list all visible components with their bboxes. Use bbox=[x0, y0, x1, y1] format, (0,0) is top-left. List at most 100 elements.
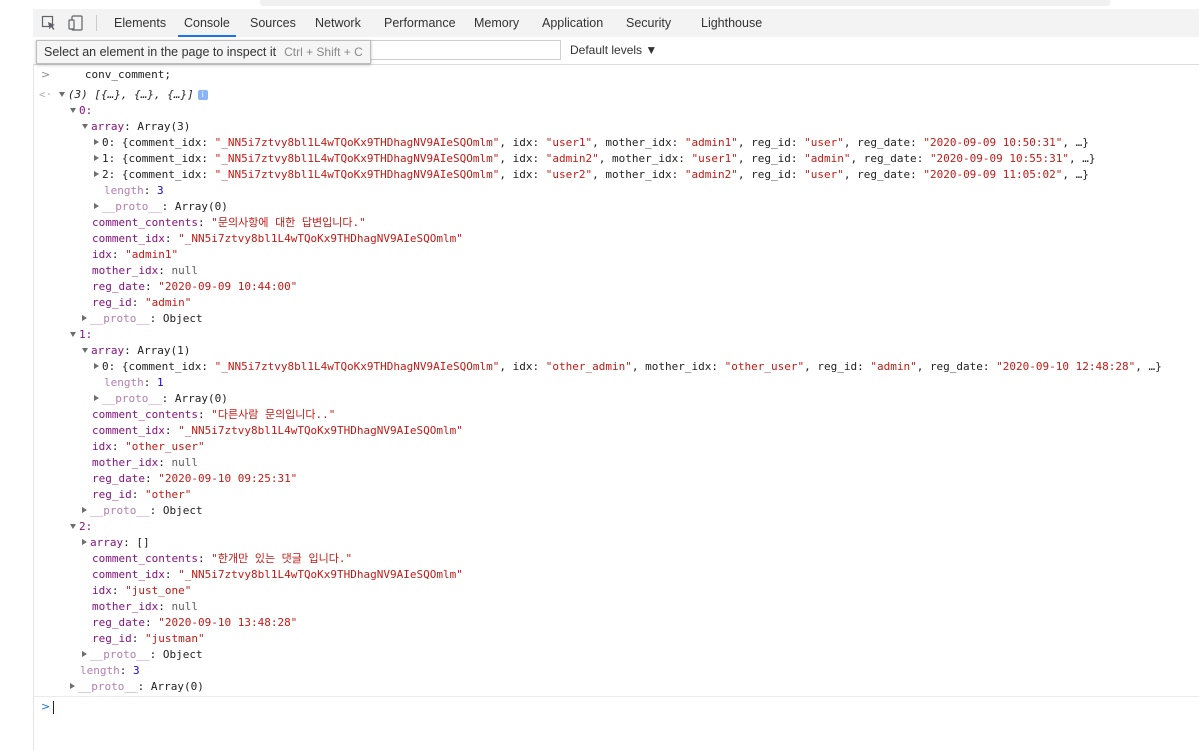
info-icon[interactable]: i bbox=[197, 90, 208, 100]
prompt-chevron-icon: > bbox=[41, 68, 51, 81]
tab-memory-label: Memory bbox=[474, 16, 520, 30]
tree-item[interactable]: 1: bbox=[70, 327, 92, 343]
prop-idx: idx: "other_user" bbox=[92, 440, 205, 453]
tree-item[interactable]: 2: {comment_idx: "_NN5i7ztvy8bl1L4wTQoKx… bbox=[94, 167, 1089, 183]
expand-arrow-icon[interactable] bbox=[70, 523, 76, 529]
prop-value: null bbox=[171, 264, 198, 277]
toolbar-separator bbox=[96, 15, 97, 31]
filter-input[interactable] bbox=[357, 40, 561, 60]
tree-item[interactable]: 1: {comment_idx: "_NN5i7ztvy8bl1L4wTQoKx… bbox=[94, 151, 1096, 167]
prop-reg-date: reg_date: "2020-09-10 13:48:28" bbox=[92, 616, 298, 629]
tree-item[interactable]: __proto__: Object bbox=[82, 503, 203, 519]
console-output: > conv_comment; <· (3) [{…}, {…}, {…}] i … bbox=[33, 65, 1199, 750]
proto-value: Array(0) bbox=[174, 200, 228, 213]
expand-arrow-icon[interactable] bbox=[82, 651, 87, 657]
tree-item[interactable]: __proto__: Array(0) bbox=[70, 679, 204, 695]
tree-item[interactable]: 0: {comment_idx: "_NN5i7ztvy8bl1L4wTQoKx… bbox=[94, 135, 1089, 151]
expand-arrow-icon[interactable] bbox=[82, 123, 88, 129]
entry-value: "_NN5i7ztvy8bl1L4wTQoKx9THDhagNV9AIeSQOm… bbox=[214, 136, 500, 149]
array-length: length: 1 bbox=[104, 376, 164, 389]
tab-lighthouse[interactable]: Lighthouse bbox=[701, 9, 762, 36]
top-strip bbox=[0, 0, 1199, 9]
expand-arrow-icon[interactable] bbox=[70, 107, 76, 113]
result-summary[interactable]: <· (3) [{…}, {…}, {…}] i bbox=[39, 87, 208, 103]
length-value: 1 bbox=[157, 376, 164, 389]
prop-value: "2020-09-09 10:44:00" bbox=[158, 280, 298, 293]
expand-arrow-icon[interactable] bbox=[82, 507, 87, 513]
prop-value: "_NN5i7ztvy8bl1L4wTQoKx9THDhagNV9AIeSQOm… bbox=[178, 568, 463, 581]
prop-mother-idx: mother_idx: null bbox=[92, 600, 198, 613]
entry-value: "_NN5i7ztvy8bl1L4wTQoKx9THDhagNV9AIeSQOm… bbox=[214, 152, 500, 165]
tree-item[interactable]: __proto__: Object bbox=[82, 311, 203, 327]
prop-value: null bbox=[171, 456, 198, 469]
entry-value: "user2" bbox=[545, 168, 593, 181]
tree-item[interactable]: __proto__: Object bbox=[82, 647, 203, 663]
tree-item[interactable]: array: [] bbox=[82, 535, 150, 551]
expand-arrow-icon[interactable] bbox=[94, 155, 99, 161]
prop-comment-idx: comment_idx: "_NN5i7ztvy8bl1L4wTQoKx9THD… bbox=[92, 424, 463, 437]
prop-value: "다른사람 문의입니다.." bbox=[211, 408, 336, 421]
expand-arrow-icon[interactable] bbox=[94, 139, 99, 145]
proto-value: Object bbox=[162, 312, 203, 325]
entry-value: "other_user" bbox=[724, 360, 805, 373]
expand-arrow-icon[interactable] bbox=[94, 203, 99, 209]
tab-sources-label: Sources bbox=[250, 16, 296, 30]
tab-network[interactable]: Network bbox=[315, 9, 361, 36]
prop-value: "just_one" bbox=[125, 584, 192, 597]
tree-item[interactable]: __proto__: Array(0) bbox=[94, 199, 228, 215]
entry-value: "admin2" bbox=[684, 168, 738, 181]
prop-value: "admin" bbox=[145, 296, 192, 309]
prop-comment-contents: comment_contents: "문의사항에 대한 답변입니다." bbox=[92, 216, 366, 229]
inspect-element-icon[interactable] bbox=[41, 15, 57, 31]
tree-item[interactable]: 2: bbox=[70, 519, 92, 535]
expand-arrow-icon[interactable] bbox=[82, 347, 88, 353]
prop-comment-contents: comment_contents: "다른사람 문의입니다.." bbox=[92, 408, 336, 421]
tab-security[interactable]: Security bbox=[626, 9, 671, 36]
tree-item[interactable]: array: Array(3) bbox=[82, 119, 190, 135]
entry-value: "admin" bbox=[804, 152, 851, 165]
prop-idx: idx: "admin1" bbox=[92, 248, 179, 261]
prop-key: array bbox=[91, 344, 125, 357]
entry-value: "user1" bbox=[691, 152, 738, 165]
expand-arrow-icon[interactable] bbox=[70, 331, 76, 337]
tree-item[interactable]: 0: {comment_idx: "_NN5i7ztvy8bl1L4wTQoKx… bbox=[94, 359, 1162, 375]
entry-value: "other_admin" bbox=[545, 360, 632, 373]
prop-value: "2020-09-10 13:48:28" bbox=[158, 616, 298, 629]
expand-arrow-icon[interactable] bbox=[82, 539, 87, 545]
command-text: conv_comment; bbox=[84, 68, 171, 81]
entry-value: "admin2" bbox=[545, 152, 599, 165]
console-prompt[interactable]: > bbox=[41, 699, 55, 715]
tab-sources[interactable]: Sources bbox=[250, 9, 296, 36]
tab-performance[interactable]: Performance bbox=[384, 9, 456, 36]
tab-application[interactable]: Application bbox=[542, 9, 603, 36]
index-label: 1: bbox=[79, 328, 93, 341]
prop-reg-date: reg_date: "2020-09-10 09:25:31" bbox=[92, 472, 298, 485]
expand-arrow-icon[interactable] bbox=[94, 395, 99, 401]
tooltip-text: Select an element in the page to inspect… bbox=[44, 45, 277, 59]
tab-network-label: Network bbox=[315, 16, 361, 30]
tab-elements[interactable]: Elements bbox=[114, 9, 166, 36]
tree-item[interactable]: __proto__: Array(0) bbox=[94, 391, 228, 407]
tab-memory[interactable]: Memory bbox=[474, 9, 519, 36]
entry-index: 1: bbox=[102, 152, 116, 165]
prop-key: array bbox=[91, 120, 125, 133]
prop-value: Array(3) bbox=[137, 120, 191, 133]
entry-value: "user" bbox=[804, 136, 844, 149]
expand-arrow-icon[interactable] bbox=[94, 363, 99, 369]
tree-item[interactable]: array: Array(1) bbox=[82, 343, 190, 359]
horizontal-scrollbar[interactable] bbox=[260, 0, 1110, 6]
expand-arrow-icon[interactable] bbox=[94, 171, 99, 177]
prop-value: "justman" bbox=[145, 632, 205, 645]
console-input-divider bbox=[33, 696, 1199, 697]
log-levels-dropdown[interactable]: Default levels ▼ bbox=[570, 37, 657, 64]
prop-value: "_NN5i7ztvy8bl1L4wTQoKx9THDhagNV9AIeSQOm… bbox=[178, 232, 463, 245]
expand-arrow-icon[interactable] bbox=[58, 91, 65, 97]
device-toolbar-icon[interactable] bbox=[68, 15, 84, 31]
prop-value: "한개만 있는 댓글 입니다." bbox=[211, 552, 353, 565]
array-length: length: 3 bbox=[80, 664, 140, 677]
entry-value: "_NN5i7ztvy8bl1L4wTQoKx9THDhagNV9AIeSQOm… bbox=[214, 360, 500, 373]
expand-arrow-icon[interactable] bbox=[70, 683, 75, 689]
tab-console[interactable]: Console bbox=[178, 9, 236, 37]
tree-item[interactable]: 0: bbox=[70, 103, 92, 119]
expand-arrow-icon[interactable] bbox=[82, 315, 87, 321]
